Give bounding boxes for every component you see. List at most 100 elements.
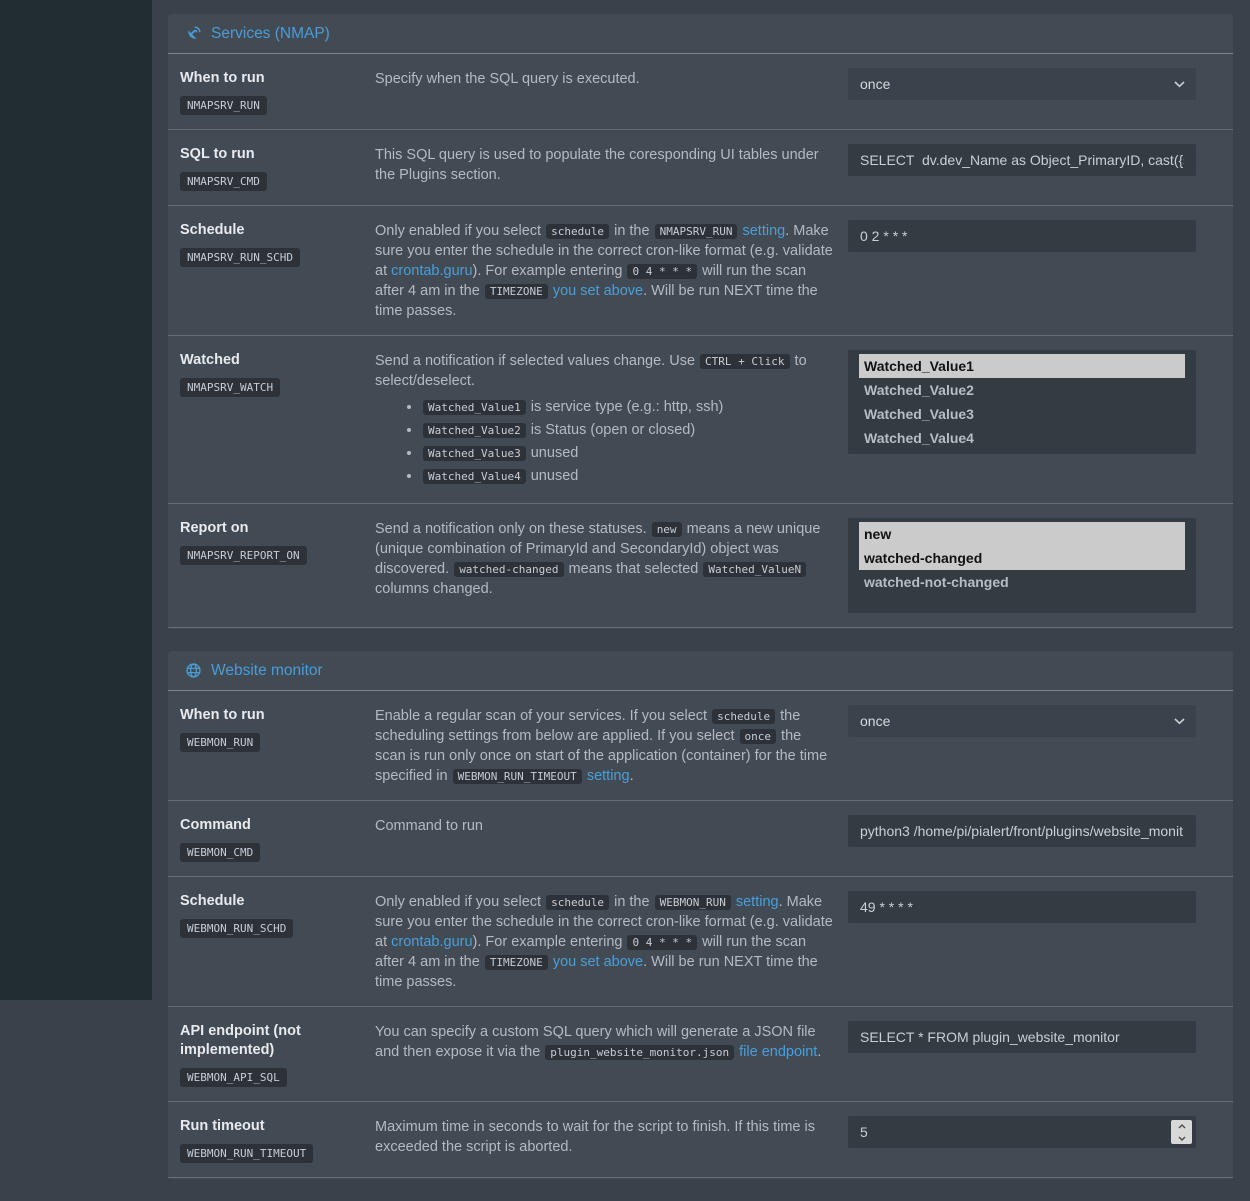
setting-label: When to run xyxy=(180,706,375,725)
setting-key-chip: NMAPSRV_REPORT_ON xyxy=(180,546,307,565)
webmon-run-timeout-number-wrap xyxy=(848,1116,1196,1148)
listbox-option[interactable]: Watched_Value2 xyxy=(859,378,1185,402)
setting-label: Schedule xyxy=(180,892,375,911)
inline-code: schedule xyxy=(546,895,609,910)
setting-label-cell: When to run NMAPSRV_RUN xyxy=(180,67,375,115)
inline-code: 0 4 * * * xyxy=(627,264,697,279)
inline-code: Watched_Value4 xyxy=(423,469,526,484)
setting-label: API endpoint (not implemented) xyxy=(180,1022,375,1060)
setting-row: Command WEBMON_CMD Command to run xyxy=(168,801,1233,877)
inline-link[interactable]: crontab.guru xyxy=(391,934,472,950)
nmapsrv-cmd-input[interactable] xyxy=(848,144,1196,176)
setting-label: When to run xyxy=(180,69,375,88)
globe-icon xyxy=(185,662,202,679)
section-title: Services (NMAP) xyxy=(211,25,330,43)
chevron-down-icon xyxy=(1178,1136,1186,1141)
setting-key-chip: WEBMON_RUN_TIMEOUT xyxy=(180,1144,313,1163)
inline-code: TIMEZONE xyxy=(485,955,548,970)
nmapsrv-watch-listbox[interactable]: Watched_Value1Watched_Value2Watched_Valu… xyxy=(848,350,1196,454)
webmon-run-schd-input[interactable] xyxy=(848,891,1196,923)
inline-code: TIMEZONE xyxy=(485,284,548,299)
section-body: When to run NMAPSRV_RUN Specify when the… xyxy=(168,54,1233,629)
setting-description: Specify when the SQL query is executed. xyxy=(375,67,848,115)
inline-link[interactable]: you set above xyxy=(553,954,643,970)
setting-control-cell: newwatched-changedwatched-not-changed xyxy=(848,517,1196,613)
settings-content: Services (NMAP) When to run NMAPSRV_RUN … xyxy=(152,0,1250,1201)
webmon-cmd-input[interactable] xyxy=(848,815,1196,847)
webmon-run-select[interactable]: once xyxy=(848,705,1196,737)
webmon-run-select-wrap: once xyxy=(848,705,1196,737)
nmapsrv-run-select[interactable]: once xyxy=(848,68,1196,100)
number-spinner xyxy=(1171,1120,1192,1144)
setting-row: Schedule NMAPSRV_RUN_SCHD Only enabled i… xyxy=(168,206,1233,336)
bullet-item: Watched_Value1 is service type (e.g.: ht… xyxy=(422,397,834,418)
listbox-option[interactable]: watched-not-changed xyxy=(859,570,1185,594)
inline-code: WEBMON_RUN_TIMEOUT xyxy=(453,769,582,784)
listbox-option[interactable]: new xyxy=(859,522,1185,546)
setting-label-cell: Command WEBMON_CMD xyxy=(180,814,375,862)
inline-code: NMAPSRV_RUN xyxy=(655,224,738,239)
setting-control-cell xyxy=(848,1020,1196,1087)
setting-control-cell xyxy=(848,219,1196,321)
listbox-option[interactable]: Watched_Value1 xyxy=(859,354,1185,378)
inline-link[interactable]: you set above xyxy=(553,283,643,299)
setting-key-chip: NMAPSRV_WATCH xyxy=(180,378,280,397)
inline-code: once xyxy=(740,729,777,744)
inline-code: Watched_Value3 xyxy=(423,446,526,461)
setting-description: Send a notification only on these status… xyxy=(375,517,848,613)
settings-section: Services (NMAP) When to run NMAPSRV_RUN … xyxy=(168,14,1233,629)
setting-description: Maximum time in seconds to wait for the … xyxy=(375,1115,848,1163)
setting-label-cell: Run timeout WEBMON_RUN_TIMEOUT xyxy=(180,1115,375,1163)
listbox-option[interactable]: Watched_Value4 xyxy=(859,426,1185,450)
setting-description: Send a notification if selected values c… xyxy=(375,349,848,489)
setting-row: Watched NMAPSRV_WATCH Send a notificatio… xyxy=(168,336,1233,504)
setting-label-cell: Watched NMAPSRV_WATCH xyxy=(180,349,375,489)
settings-panels: Services (NMAP) When to run NMAPSRV_RUN … xyxy=(168,14,1233,1179)
setting-label: Schedule xyxy=(180,221,375,240)
bullet-item: Watched_Value3 unused xyxy=(422,443,834,464)
sidebar xyxy=(0,0,152,1000)
inline-link[interactable]: file endpoint xyxy=(739,1044,817,1060)
inline-link[interactable]: crontab.guru xyxy=(391,263,472,279)
nmapsrv-report-on-listbox[interactable]: newwatched-changedwatched-not-changed xyxy=(848,518,1196,613)
setting-key-chip: NMAPSRV_CMD xyxy=(180,172,267,191)
inline-code: schedule xyxy=(712,709,775,724)
listbox-option[interactable]: watched-changed xyxy=(859,546,1185,570)
setting-label: Command xyxy=(180,816,375,835)
inline-link[interactable]: setting xyxy=(742,223,785,239)
listbox-option[interactable]: Watched_Value3 xyxy=(859,402,1185,426)
inline-code: Watched_Value2 xyxy=(423,423,526,438)
webmon-run-timeout-number-input[interactable] xyxy=(848,1116,1196,1148)
inline-code: schedule xyxy=(546,224,609,239)
setting-description: You can specify a custom SQL query which… xyxy=(375,1020,848,1087)
setting-label: Run timeout xyxy=(180,1117,375,1136)
setting-control-cell xyxy=(848,890,1196,992)
setting-key-chip: WEBMON_RUN xyxy=(180,733,260,752)
inline-code: WEBMON_RUN xyxy=(655,895,731,910)
webmon-api-sql-input[interactable] xyxy=(848,1021,1196,1053)
chevron-up-icon xyxy=(1178,1124,1186,1129)
setting-control-cell xyxy=(848,1115,1196,1163)
setting-label: Report on xyxy=(180,519,375,538)
section-body: When to run WEBMON_RUN Enable a regular … xyxy=(168,691,1233,1179)
setting-key-chip: WEBMON_CMD xyxy=(180,843,260,862)
section-header: Website monitor xyxy=(168,651,1233,691)
setting-control-cell: once xyxy=(848,67,1196,115)
inline-code: new xyxy=(652,522,682,537)
spinner-up-button[interactable] xyxy=(1171,1120,1192,1132)
spinner-down-button[interactable] xyxy=(1171,1132,1192,1144)
inline-code: Watched_ValueN xyxy=(703,562,806,577)
inline-code: watched-changed xyxy=(454,562,563,577)
inline-link[interactable]: setting xyxy=(587,768,630,784)
inline-link[interactable]: setting xyxy=(736,894,779,910)
nmapsrv-run-select-wrap: once xyxy=(848,68,1196,100)
setting-control-cell xyxy=(848,143,1196,191)
inline-code: 0 4 * * * xyxy=(627,935,697,950)
nmapsrv-run-schd-input[interactable] xyxy=(848,220,1196,252)
setting-label-cell: Schedule WEBMON_RUN_SCHD xyxy=(180,890,375,992)
inline-code: CTRL + Click xyxy=(700,354,789,369)
setting-control-cell: Watched_Value1Watched_Value2Watched_Valu… xyxy=(848,349,1196,489)
setting-key-chip: NMAPSRV_RUN xyxy=(180,96,267,115)
setting-description: Command to run xyxy=(375,814,848,862)
setting-row: Schedule WEBMON_RUN_SCHD Only enabled if… xyxy=(168,877,1233,1007)
